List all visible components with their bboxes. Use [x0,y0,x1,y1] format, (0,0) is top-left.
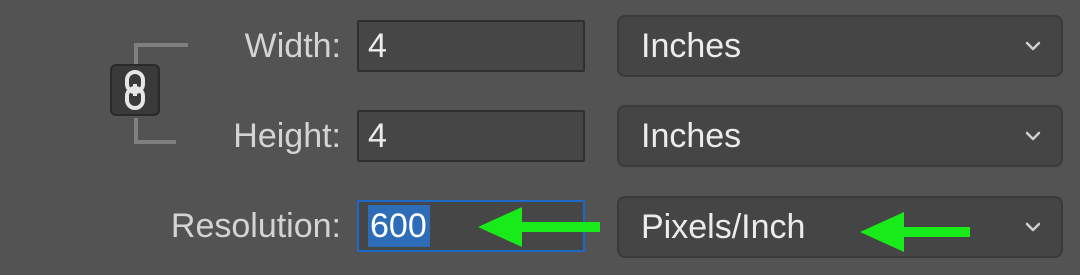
chevron-down-icon [1025,222,1041,232]
constrain-proportions-button[interactable] [110,64,160,116]
resolution-unit-dropdown[interactable]: Pixels/Inch [617,196,1063,258]
height-unit-dropdown[interactable]: Inches [617,105,1063,167]
constrain-bracket-bottom [134,118,176,144]
width-input[interactable]: 4 [357,20,585,72]
width-value: 4 [368,27,387,65]
image-size-panel: { "width": { "label": "Width:", "value":… [0,0,1080,275]
resolution-value: 600 [368,205,430,247]
height-value: 4 [368,117,387,155]
resolution-label: Resolution: [170,207,341,245]
height-input[interactable]: 4 [357,110,585,162]
chevron-down-icon [1025,131,1041,141]
left-arrow-icon [860,212,970,252]
height-unit-value: Inches [641,117,742,155]
chevron-down-icon [1025,41,1041,51]
left-arrow-icon [478,207,600,247]
width-label: Width: [244,27,341,65]
chain-link-icon [125,70,145,110]
height-label: Height: [233,117,341,155]
width-unit-dropdown[interactable]: Inches [617,15,1063,77]
resolution-unit-value: Pixels/Inch [641,208,806,246]
width-unit-value: Inches [641,27,742,65]
